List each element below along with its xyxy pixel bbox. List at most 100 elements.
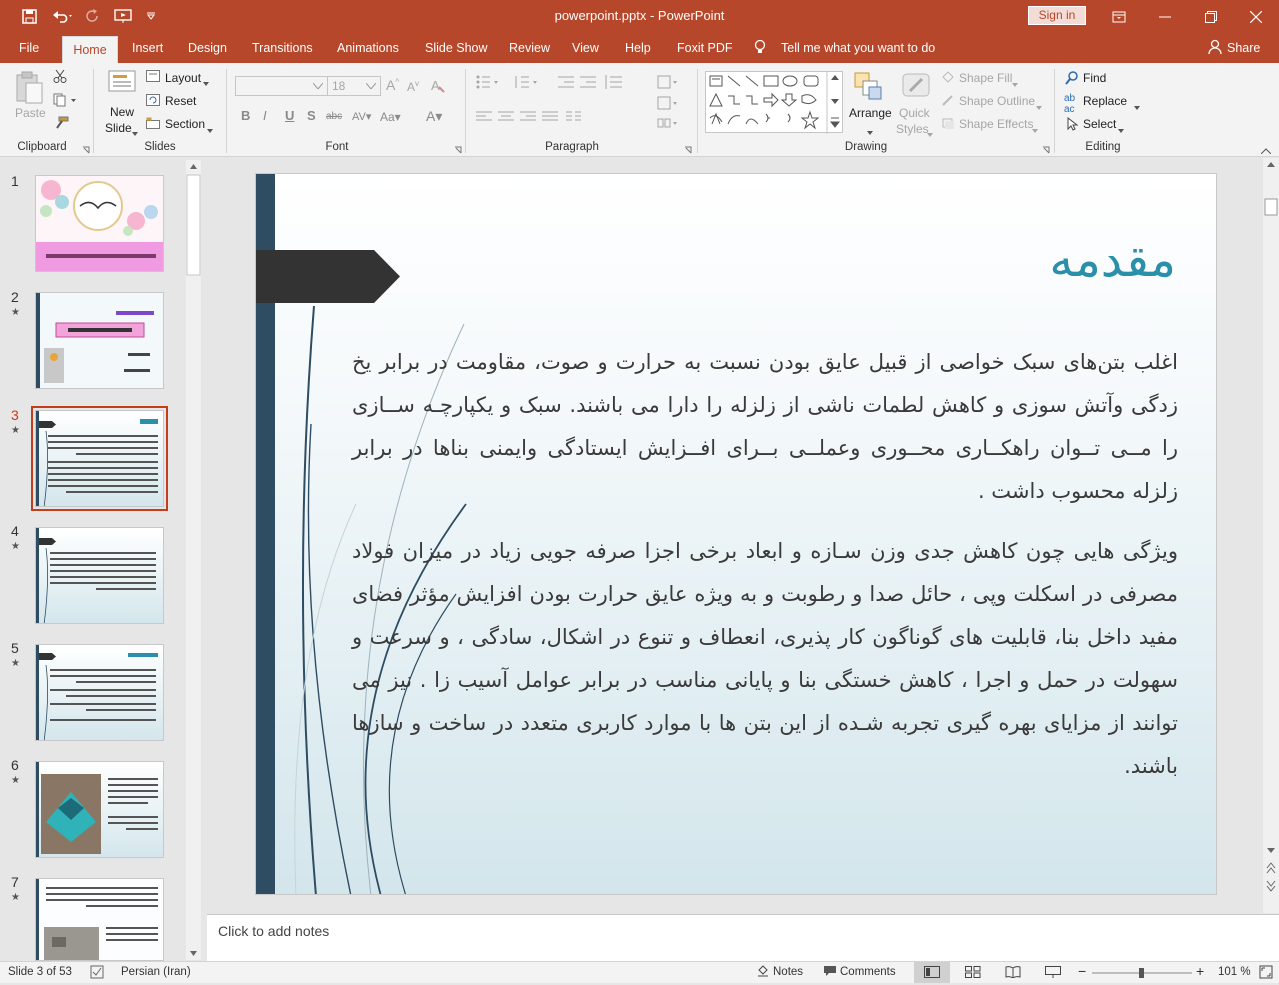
chevron-down-icon[interactable]: [867, 124, 873, 138]
reset-button[interactable]: Reset: [165, 94, 196, 108]
numbering-icon[interactable]: [515, 75, 555, 92]
quick-styles-button[interactable]: Quick: [899, 106, 930, 120]
thumbnail-scrollbar[interactable]: [186, 160, 201, 960]
language-indicator[interactable]: Persian (Iran): [121, 966, 191, 978]
justify-icon[interactable]: [542, 111, 558, 126]
replace-icon[interactable]: ab ac: [1064, 93, 1075, 115]
tab-slide-show[interactable]: Slide Show: [425, 41, 488, 55]
tab-file[interactable]: File: [19, 41, 39, 55]
section-icon[interactable]: [146, 117, 160, 132]
reset-icon[interactable]: [146, 94, 160, 109]
zoom-level[interactable]: 101 %: [1218, 966, 1251, 978]
chevron-down-icon[interactable]: [1036, 99, 1042, 113]
restore-icon[interactable]: [1188, 0, 1234, 33]
dialog-launcher-icon[interactable]: [1042, 143, 1050, 157]
convert-smartart-icon[interactable]: [657, 116, 681, 133]
cut-icon[interactable]: [53, 69, 67, 86]
chevron-down-icon[interactable]: [1118, 122, 1124, 136]
font-color-icon[interactable]: A▾: [426, 108, 442, 125]
line-spacing-icon[interactable]: [604, 75, 622, 92]
notes-pane[interactable]: Click to add notes: [207, 914, 1279, 961]
slide-thumbnail-5[interactable]: [35, 644, 164, 741]
dialog-launcher-icon[interactable]: [454, 143, 462, 157]
tab-home[interactable]: Home: [62, 36, 118, 63]
new-slide-button[interactable]: New: [110, 105, 134, 119]
chevron-down-icon[interactable]: [1134, 99, 1140, 113]
close-icon[interactable]: [1233, 0, 1279, 33]
share-button[interactable]: Share: [1227, 41, 1260, 55]
font-name-combo[interactable]: [235, 76, 328, 96]
notes-icon[interactable]: [757, 965, 769, 980]
character-spacing-icon[interactable]: AV▾: [352, 110, 371, 123]
new-slide-label-2[interactable]: Slide: [105, 121, 132, 135]
clear-formatting-icon[interactable]: A: [430, 77, 446, 96]
slide-title[interactable]: مقدمه: [1049, 232, 1176, 288]
find-icon[interactable]: [1065, 71, 1079, 88]
arrange-button[interactable]: Arrange: [849, 106, 892, 120]
quick-styles-label-2[interactable]: Styles: [896, 122, 929, 136]
zoom-out-icon[interactable]: −: [1078, 963, 1086, 979]
comments-button[interactable]: Comments: [840, 966, 896, 978]
section-button[interactable]: Section: [165, 117, 205, 131]
tab-view[interactable]: View: [572, 41, 599, 55]
slide-thumbnail-1[interactable]: [35, 175, 164, 272]
notes-button[interactable]: Notes: [773, 966, 803, 978]
current-slide[interactable]: مقدمه اغلب بتن‌های سبک خواصی از قبیل عای…: [255, 173, 1217, 895]
copy-icon[interactable]: [53, 93, 77, 110]
increase-font-size-icon[interactable]: A^: [386, 77, 399, 93]
chevron-down-icon[interactable]: [207, 122, 213, 136]
strikethrough-icon[interactable]: abc: [326, 111, 342, 122]
slide-scrollbar[interactable]: [1263, 158, 1279, 913]
slide-thumbnail-7[interactable]: [35, 878, 164, 961]
new-slide-icon[interactable]: [107, 69, 137, 102]
replace-button[interactable]: Replace: [1083, 94, 1127, 108]
layout-button[interactable]: Layout: [165, 71, 201, 85]
bold-icon[interactable]: B: [241, 108, 250, 123]
dialog-launcher-icon[interactable]: [684, 143, 692, 157]
paste-button[interactable]: Paste: [15, 106, 46, 120]
tab-review[interactable]: Review: [509, 41, 550, 55]
shape-outline-button[interactable]: Shape Outline: [959, 94, 1035, 108]
tell-me-search[interactable]: Tell me what you want to do: [781, 41, 935, 55]
decrease-indent-icon[interactable]: [558, 75, 574, 92]
ribbon-display-options-icon[interactable]: [1096, 0, 1142, 33]
tab-transitions[interactable]: Transitions: [252, 41, 313, 55]
comments-icon[interactable]: [823, 965, 837, 980]
slide-thumbnail-6[interactable]: [35, 761, 164, 858]
format-painter-icon[interactable]: [53, 116, 69, 133]
minimize-icon[interactable]: [1142, 0, 1188, 33]
decrease-font-size-icon[interactable]: Av: [407, 79, 419, 94]
quick-styles-icon[interactable]: [900, 71, 932, 104]
columns-icon[interactable]: [566, 111, 590, 126]
italic-icon[interactable]: I: [263, 108, 267, 123]
shape-fill-icon[interactable]: [941, 71, 955, 86]
chevron-down-icon[interactable]: [1012, 76, 1018, 90]
sign-in-button[interactable]: Sign in: [1028, 6, 1086, 25]
spell-check-icon[interactable]: [90, 965, 104, 982]
tab-insert[interactable]: Insert: [132, 41, 163, 55]
slide-thumbnail-3[interactable]: [31, 406, 168, 511]
reading-view-icon[interactable]: [1005, 966, 1021, 981]
slide-body-paragraph-2[interactable]: ویژگی هایی چون کاهش جدی وزن سـازه و ابعا…: [352, 530, 1178, 788]
chevron-down-icon[interactable]: [927, 126, 933, 140]
align-center-icon[interactable]: [498, 111, 514, 126]
slide-show-view-icon[interactable]: [1045, 966, 1061, 981]
bullets-icon[interactable]: [476, 75, 516, 92]
align-text-icon[interactable]: [657, 96, 681, 113]
tab-animations[interactable]: Animations: [337, 41, 399, 55]
slide-sorter-icon[interactable]: [965, 966, 981, 981]
chevron-down-icon[interactable]: [203, 75, 209, 89]
tab-help[interactable]: Help: [625, 41, 651, 55]
slide-body-paragraph-1[interactable]: اغلب بتن‌های سبک خواصی از قبیل عایق بودن…: [352, 341, 1178, 513]
tab-design[interactable]: Design: [188, 41, 227, 55]
slide-thumbnail-2[interactable]: [35, 292, 164, 389]
shape-effects-icon[interactable]: [941, 117, 955, 132]
chevron-down-icon[interactable]: [1032, 122, 1038, 136]
notes-placeholder[interactable]: Click to add notes: [218, 923, 329, 939]
zoom-in-icon[interactable]: +: [1196, 963, 1204, 979]
align-left-icon[interactable]: [476, 111, 492, 126]
shapes-gallery[interactable]: [705, 71, 843, 134]
arrange-icon[interactable]: [853, 71, 883, 104]
text-direction-icon[interactable]: [657, 75, 681, 92]
shape-effects-button[interactable]: Shape Effects: [959, 117, 1034, 131]
